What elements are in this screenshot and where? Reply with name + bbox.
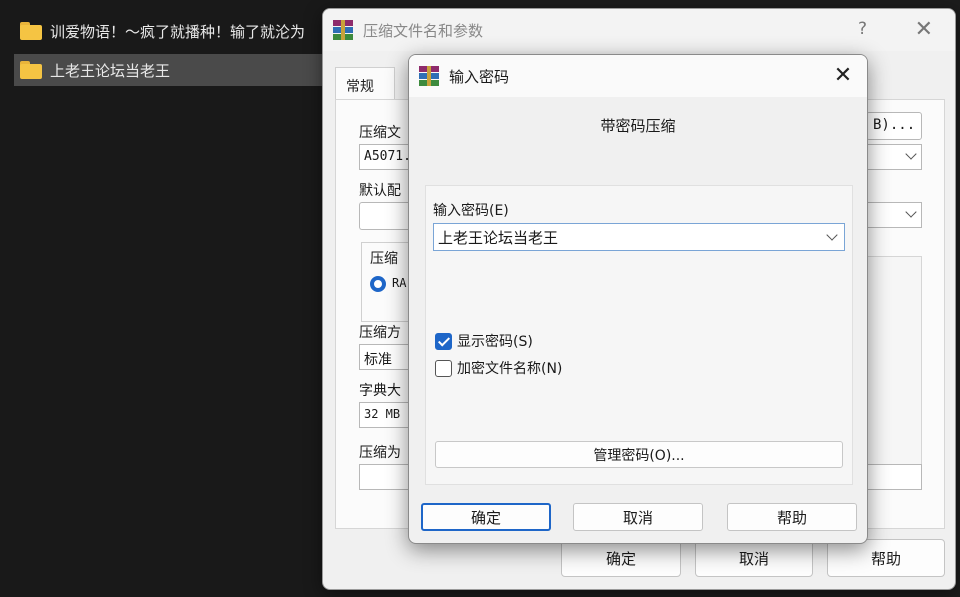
encrypt-names-checkbox[interactable]: [435, 360, 452, 377]
close-icon[interactable]: ✕: [829, 61, 857, 89]
cancel-button[interactable]: 取消: [573, 503, 703, 531]
file-name: 训爱物语！～疯了就播种！输了就沦为: [50, 22, 306, 41]
winrar-icon: [333, 20, 353, 40]
chevron-down-icon[interactable]: [826, 229, 838, 241]
show-password-label: 显示密码(S): [457, 334, 533, 350]
default-profile-label: 默认配: [359, 183, 401, 199]
dialog-title: 输入密码: [449, 67, 510, 86]
cancel-button[interactable]: 取消: [695, 539, 813, 577]
folder-icon: [20, 61, 42, 79]
ok-button[interactable]: 确定: [561, 539, 681, 577]
close-icon[interactable]: ✕: [915, 17, 933, 42]
rar-radio-label: RA: [392, 276, 407, 290]
profile-select[interactable]: [866, 202, 922, 228]
dialog-heading: 带密码压缩: [600, 117, 676, 135]
browse-button[interactable]: B)...: [866, 112, 922, 140]
chevron-down-icon: [905, 148, 917, 160]
dialog-title: 压缩文件名和参数: [363, 21, 484, 40]
archive-name-label: 压缩文: [359, 125, 401, 141]
manage-passwords-button[interactable]: 管理密码(O)...: [435, 441, 843, 468]
help-button[interactable]: 帮助: [827, 539, 945, 577]
folder-icon: [20, 22, 42, 40]
file-explorer: 训爱物语！～疯了就播种！输了就沦为 上老王论坛当老王: [0, 0, 334, 597]
ok-button[interactable]: 确定: [421, 503, 551, 531]
show-password-checkbox[interactable]: [435, 333, 452, 350]
help-button[interactable]: 帮助: [727, 503, 857, 531]
file-name: 上老王论坛当老王: [50, 61, 171, 80]
password-dialog: 输入密码 ✕ 带密码压缩 输入密码(E) 上老王论坛当老王 显示密码(S) 加密…: [408, 54, 868, 544]
list-item[interactable]: 上老王论坛当老王: [14, 54, 334, 86]
encrypt-names-label: 加密文件名称(N): [457, 361, 563, 377]
title-bar: 输入密码: [409, 55, 867, 97]
password-field-fragment[interactable]: [866, 464, 922, 490]
password-label: 输入密码(E): [433, 203, 509, 219]
split-volumes-label: 压缩为: [359, 445, 401, 461]
password-value: 上老王论坛当老王: [438, 229, 559, 247]
rar-radio[interactable]: [370, 276, 386, 292]
password-input[interactable]: 上老王论坛当老王: [433, 223, 845, 251]
options-box: [866, 256, 922, 466]
chevron-down-icon: [905, 206, 917, 218]
tab-general[interactable]: 常规: [335, 67, 395, 101]
winrar-icon: [419, 66, 439, 86]
format-group-label: 压缩: [370, 251, 398, 267]
dict-size-label: 字典大: [359, 383, 401, 399]
update-mode-select[interactable]: [866, 144, 922, 170]
method-label: 压缩方: [359, 325, 401, 341]
help-icon[interactable]: ?: [858, 19, 867, 39]
list-item[interactable]: 训爱物语！～疯了就播种！输了就沦为: [14, 15, 334, 47]
